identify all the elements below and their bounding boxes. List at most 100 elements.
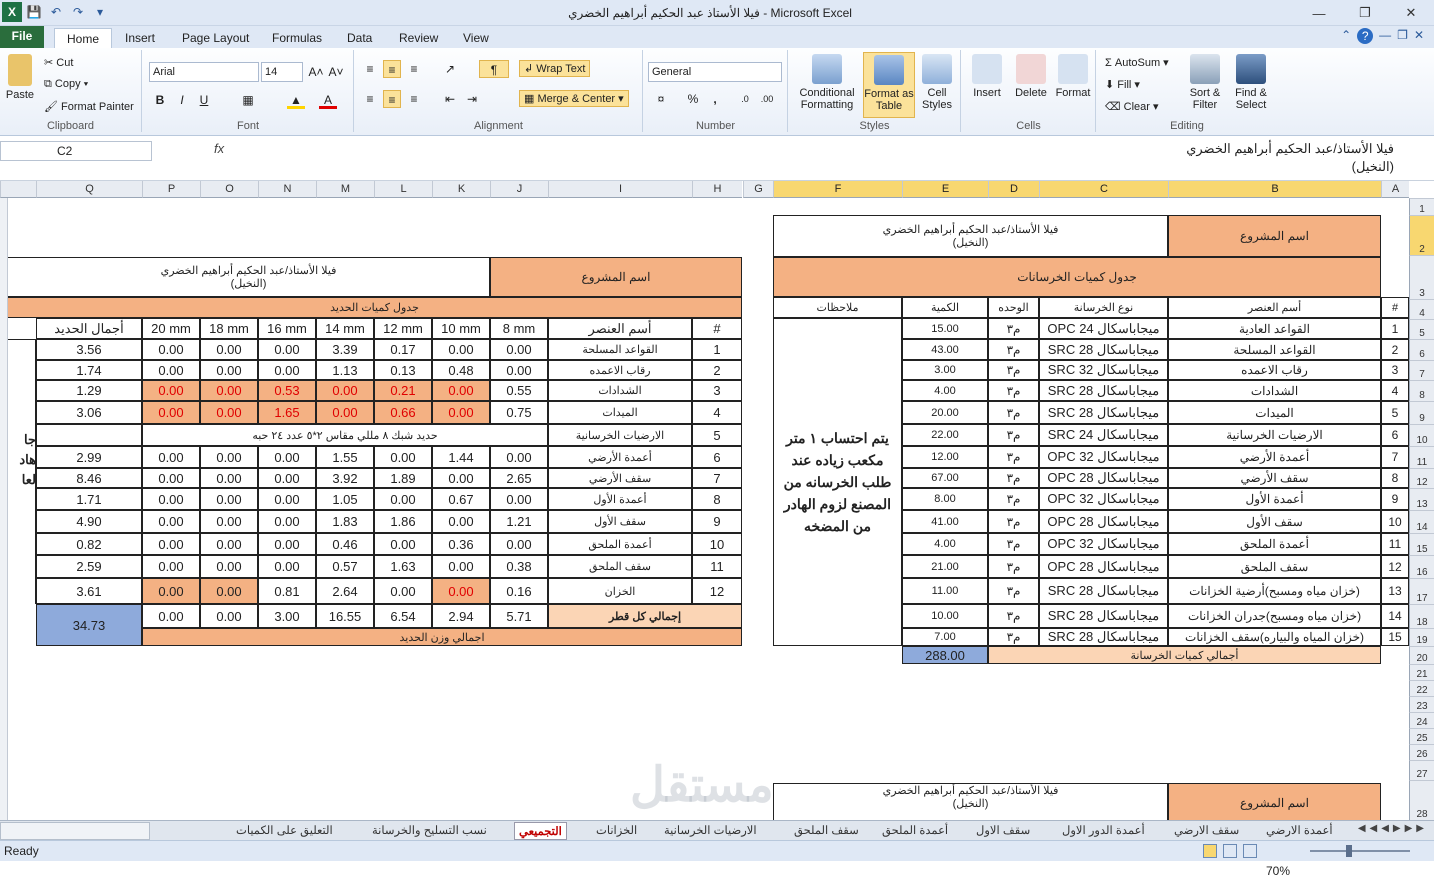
- row-header[interactable]: 5: [1409, 319, 1434, 339]
- row-header[interactable]: 20: [1409, 646, 1434, 664]
- row-header[interactable]: 12: [1409, 468, 1434, 488]
- row-header[interactable]: 13: [1409, 488, 1434, 510]
- row-header[interactable]: 28: [1409, 780, 1434, 820]
- sheet-tab[interactable]: سقف الملحق: [790, 822, 863, 840]
- column-header[interactable]: E: [902, 181, 988, 198]
- tab-data[interactable]: Data: [335, 28, 384, 48]
- column-header[interactable]: F: [773, 181, 902, 198]
- row-header[interactable]: 10: [1409, 424, 1434, 446]
- tab-formulas[interactable]: Formulas: [260, 28, 334, 48]
- underline-button[interactable]: U: [195, 91, 213, 109]
- column-header[interactable]: L: [374, 181, 432, 198]
- sheet-tab[interactable]: الارضيات الخرسانية: [660, 822, 761, 840]
- fill-button[interactable]: ⬇ Fill ▾: [1105, 78, 1140, 91]
- row-header[interactable]: 25: [1409, 728, 1434, 744]
- font-name-select[interactable]: Arial: [149, 62, 259, 82]
- decrease-indent-icon[interactable]: ⇤: [441, 90, 459, 108]
- column-header[interactable]: I: [548, 181, 692, 198]
- customize-qat-icon[interactable]: ▾: [90, 2, 110, 22]
- sort-filter-button[interactable]: Sort & Filter: [1183, 54, 1227, 111]
- cut-button[interactable]: ✂ Cut: [44, 56, 73, 69]
- row-header[interactable]: 6: [1409, 339, 1434, 360]
- fx-icon[interactable]: fx: [214, 141, 224, 156]
- column-header[interactable]: D: [988, 181, 1039, 198]
- formula-input[interactable]: فيلا الأستاذ/عبد الحكيم أبراهيم الخضري (…: [1186, 140, 1394, 176]
- row-header[interactable]: 17: [1409, 578, 1434, 604]
- redo-icon[interactable]: ↷: [68, 2, 88, 22]
- orientation-icon[interactable]: ↗: [441, 60, 459, 78]
- row-header[interactable]: 27: [1409, 760, 1434, 780]
- restore-workbook-icon[interactable]: ❐: [1397, 28, 1408, 44]
- currency-icon[interactable]: ¤: [652, 90, 670, 108]
- row-header[interactable]: 22: [1409, 680, 1434, 696]
- column-header[interactable]: Q: [36, 181, 142, 198]
- name-box[interactable]: C2: [0, 141, 152, 161]
- paste-button[interactable]: Paste: [3, 54, 37, 101]
- row-header[interactable]: 11: [1409, 446, 1434, 468]
- format-as-table-button[interactable]: Format as Table: [863, 52, 915, 118]
- column-header[interactable]: O: [200, 181, 258, 198]
- merge-center-button[interactable]: ▦ Merge & Center ▾: [519, 90, 629, 107]
- decrease-decimal-icon[interactable]: .00: [758, 90, 776, 108]
- row-header[interactable]: 23: [1409, 696, 1434, 712]
- minimize-icon[interactable]: —: [1296, 0, 1342, 26]
- autosum-button[interactable]: Σ AutoSum ▾: [1105, 56, 1169, 69]
- column-header[interactable]: B: [1168, 181, 1381, 198]
- bold-button[interactable]: B: [151, 91, 169, 109]
- tab-insert[interactable]: Insert: [113, 28, 167, 48]
- sheet-nav-icons[interactable]: ◀◀◀▶▶▶: [1358, 823, 1428, 834]
- row-header[interactable]: 19: [1409, 628, 1434, 646]
- delete-cells-button[interactable]: Delete: [1010, 54, 1052, 99]
- align-left-icon[interactable]: ≡: [361, 90, 379, 108]
- sheet-tab[interactable]: التجميعي: [514, 822, 567, 840]
- sheet-tab[interactable]: أعمدة الملحق: [878, 822, 952, 840]
- close-workbook-icon[interactable]: ✕: [1414, 28, 1424, 44]
- horizontal-scrollbar[interactable]: [0, 822, 150, 840]
- font-color-icon[interactable]: A: [319, 91, 337, 109]
- format-painter-button[interactable]: 🖌 Format Painter: [44, 100, 134, 113]
- help-icon[interactable]: ?: [1357, 28, 1374, 44]
- zoom-level[interactable]: 70%: [1266, 861, 1290, 881]
- sheet-tab[interactable]: سقف الارضي: [1170, 822, 1243, 840]
- row-header[interactable]: 18: [1409, 604, 1434, 628]
- sheet-tab[interactable]: أعمدة الارضي: [1262, 822, 1337, 840]
- tab-home[interactable]: Home: [54, 28, 113, 49]
- align-right-icon[interactable]: ≡: [405, 90, 423, 108]
- tab-file[interactable]: File: [0, 26, 44, 48]
- number-format-select[interactable]: General: [648, 62, 782, 82]
- normal-view-icon[interactable]: [1203, 844, 1217, 858]
- row-header[interactable]: 7: [1409, 360, 1434, 380]
- zoom-slider[interactable]: [1310, 850, 1410, 852]
- column-header[interactable]: K: [432, 181, 490, 198]
- row-header[interactable]: 9: [1409, 401, 1434, 424]
- column-header[interactable]: H: [692, 181, 742, 198]
- sheet-tab[interactable]: سقف الاول: [972, 822, 1034, 840]
- column-header[interactable]: G: [743, 181, 773, 198]
- align-top-icon[interactable]: ≡: [361, 60, 379, 78]
- row-header[interactable]: 8: [1409, 380, 1434, 401]
- page-break-view-icon[interactable]: [1243, 844, 1257, 858]
- row-header[interactable]: 14: [1409, 510, 1434, 533]
- worksheet-grid[interactable]: اسم المشروع فيلا الأستاذ/عبد الحكيم أبراه…: [8, 198, 1409, 823]
- comma-icon[interactable]: ,: [706, 90, 724, 108]
- row-header[interactable]: 3: [1409, 255, 1434, 299]
- column-header[interactable]: C: [1039, 181, 1168, 198]
- increase-decimal-icon[interactable]: .0: [736, 90, 754, 108]
- close-icon[interactable]: ✕: [1388, 0, 1434, 26]
- align-middle-icon[interactable]: ≡: [383, 60, 401, 78]
- clear-button[interactable]: ⌫ Clear ▾: [1105, 100, 1159, 113]
- row-header[interactable]: 16: [1409, 555, 1434, 578]
- collapse-ribbon-icon[interactable]: ⌃: [1341, 28, 1351, 44]
- sheet-tab[interactable]: الخزانات: [592, 822, 641, 840]
- row-header[interactable]: 26: [1409, 744, 1434, 760]
- row-header[interactable]: 4: [1409, 299, 1434, 319]
- column-header[interactable]: M: [316, 181, 374, 198]
- save-icon[interactable]: 💾: [24, 2, 44, 22]
- column-header[interactable]: J: [490, 181, 548, 198]
- row-header[interactable]: 15: [1409, 533, 1434, 555]
- undo-icon[interactable]: ↶: [46, 2, 66, 22]
- conditional-formatting-button[interactable]: Conditional Formatting: [793, 54, 861, 111]
- tab-view[interactable]: View: [451, 28, 501, 48]
- insert-cells-button[interactable]: Insert: [966, 54, 1008, 99]
- tab-page-layout[interactable]: Page Layout: [170, 28, 261, 48]
